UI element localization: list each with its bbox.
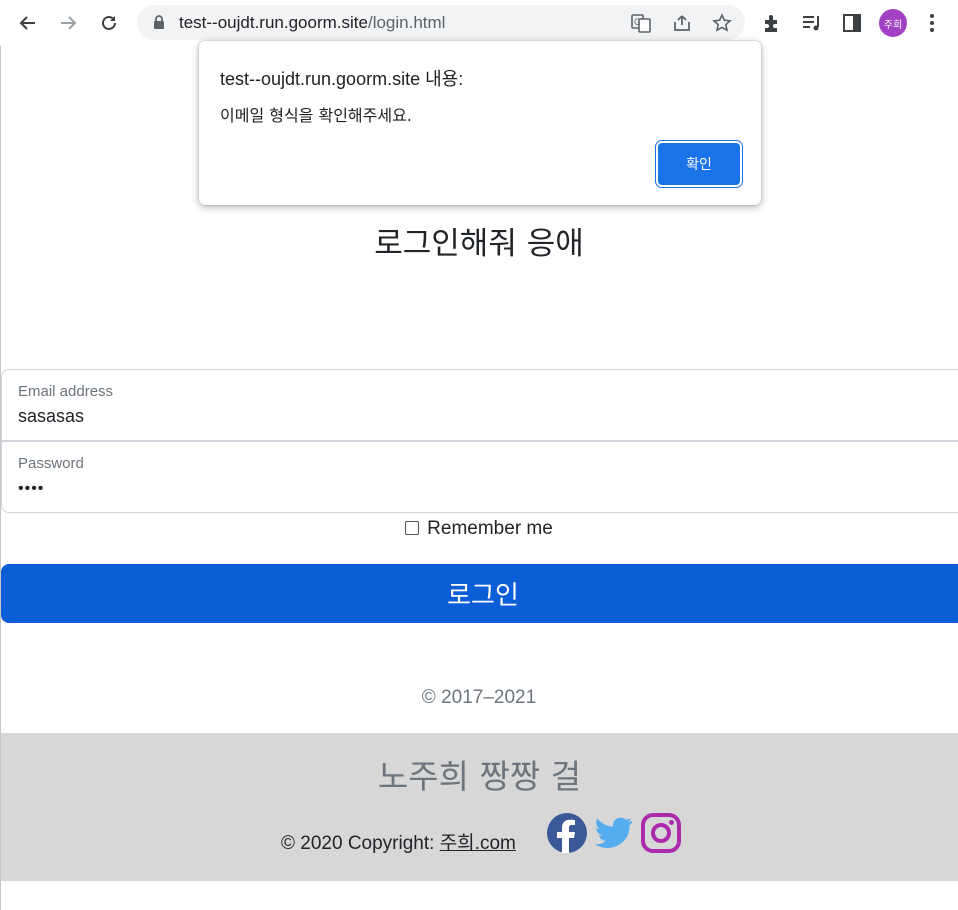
star-icon[interactable] — [712, 13, 732, 33]
alert-dialog: test--oujdt.run.goorm.site 내용: 이메일 형식을 확… — [199, 41, 761, 205]
twitter-icon[interactable] — [594, 813, 634, 853]
menu-icon[interactable] — [921, 12, 943, 34]
forward-icon[interactable] — [53, 8, 83, 38]
password-input[interactable]: •••• — [18, 480, 44, 498]
footer-copyright: © 2020 Copyright: 주희.com — [281, 828, 516, 855]
password-label: Password — [18, 455, 84, 472]
remember-checkbox[interactable] — [405, 521, 420, 535]
translate-icon[interactable]: G — [631, 13, 651, 33]
sidepanel-icon[interactable] — [841, 12, 863, 34]
login-button[interactable]: 로그인 — [1, 564, 958, 623]
address-bar[interactable]: test--oujdt.run.goorm.site/login.html G — [137, 5, 745, 40]
email-label: Email address — [18, 383, 114, 400]
dialog-ok-button[interactable]: 확인 — [658, 143, 740, 185]
extensions-icon[interactable] — [761, 12, 783, 34]
share-icon[interactable] — [672, 13, 692, 33]
password-field[interactable]: Password •••• — [1, 441, 958, 513]
copyright-prefix: © 2020 Copyright: — [281, 833, 440, 854]
lock-icon[interactable] — [151, 14, 167, 30]
reload-icon[interactable] — [94, 8, 124, 38]
browser-toolbar: test--oujdt.run.goorm.site/login.html G … — [0, 0, 958, 46]
remember-label[interactable]: Remember me — [427, 518, 553, 539]
profile-avatar[interactable]: 주희 — [879, 9, 907, 37]
footer: 노주희 짱짱 걸 © 2020 Copyright: 주희.com — [1, 733, 958, 881]
email-field[interactable]: Email address sasasas — [1, 369, 958, 441]
dialog-title: test--oujdt.run.goorm.site 내용: — [220, 69, 464, 89]
dialog-message: 이메일 형식을 확인해주세요. — [220, 106, 412, 125]
facebook-icon[interactable] — [547, 813, 587, 853]
remember-me[interactable]: Remember me — [0, 518, 958, 540]
footer-title: 노주희 짱짱 걸 — [377, 757, 582, 796]
email-input[interactable]: sasasas — [18, 406, 84, 427]
back-icon[interactable] — [13, 8, 43, 38]
copyright-years: © 2017–2021 — [421, 687, 537, 708]
media-icon[interactable] — [801, 12, 823, 34]
page-title: 로그인해줘 응애 — [374, 226, 584, 262]
instagram-icon[interactable] — [641, 813, 681, 853]
copyright-link[interactable]: 주희.com — [440, 833, 516, 854]
url-text[interactable]: test--oujdt.run.goorm.site/login.html — [179, 13, 445, 33]
